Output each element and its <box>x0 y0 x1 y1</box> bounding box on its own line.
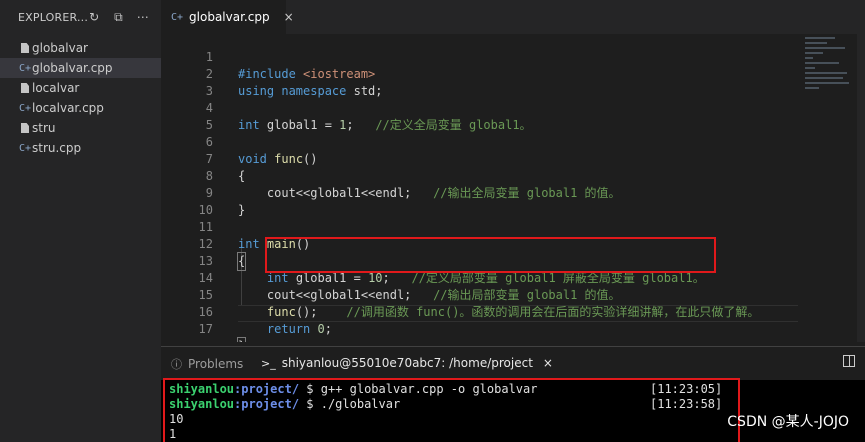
tab-label: globalvar.cpp <box>189 10 270 24</box>
file-name: stru.cpp <box>32 141 82 155</box>
file-item-globalvar[interactable]: globalvar <box>0 38 161 58</box>
cpp-file-icon: C+ <box>18 62 32 74</box>
file-name: localvar.cpp <box>32 101 104 115</box>
code-text: return 0; <box>266 322 332 336</box>
editor-scrollbar[interactable] <box>857 34 865 342</box>
file-item-stru[interactable]: stru <box>0 118 161 138</box>
collapse-all-icon[interactable]: ⧉ <box>112 10 124 24</box>
file-item-localvar-cpp[interactable]: C+ localvar.cpp <box>0 98 161 118</box>
code-line: 7 { <box>161 134 801 183</box>
tab-problems[interactable]: ⓘ Problems <box>171 356 243 372</box>
tab-terminal-label: shiyanlou@55010e70abc7: /home/project <box>281 356 533 370</box>
split-panel-icon[interactable] <box>843 355 855 367</box>
file-name: globalvar.cpp <box>32 61 113 75</box>
code-line: 1 #include <iostream> <box>161 34 801 81</box>
cpp-file-icon: C+ <box>171 11 184 23</box>
tab-globalvar-cpp[interactable]: C+ globalvar.cpp × <box>161 0 294 34</box>
code-line: 4 int global1 = 1; //定义全局变量 global1。 <box>161 83 801 132</box>
file-icon <box>18 83 32 93</box>
file-item-globalvar-cpp[interactable]: C+ globalvar.cpp <box>0 58 161 78</box>
file-item-localvar[interactable]: localvar <box>0 78 161 98</box>
terminal-icon: >_ <box>261 356 276 370</box>
code-line: 10 <box>161 185 801 217</box>
file-name: globalvar <box>32 41 88 55</box>
file-name: localvar <box>32 81 80 95</box>
code-line: 2 using namespace std; <box>161 49 801 98</box>
file-name: stru <box>32 121 56 135</box>
explorer-sidebar: EXPLORER... ↻ ⧉ ⋯ globalvar C+ globalvar… <box>0 0 161 442</box>
tab-terminal[interactable]: >_ shiyanlou@55010e70abc7: /home/project… <box>261 356 553 370</box>
explorer-title: EXPLORER... <box>18 10 89 24</box>
code-line: 9 } <box>161 168 801 217</box>
panel-header: ⓘ Problems >_ shiyanlou@55010e70abc7: /h… <box>161 346 865 380</box>
highlight-box <box>265 237 716 273</box>
file-icon <box>18 123 32 133</box>
minimap[interactable] <box>801 34 857 124</box>
editor-tabbar: C+ globalvar.cpp × <box>161 0 865 34</box>
close-icon[interactable]: × <box>284 10 294 24</box>
highlight-box <box>163 378 740 442</box>
more-actions-icon[interactable]: ⋯ <box>137 10 149 24</box>
close-icon[interactable]: × <box>543 356 553 370</box>
tab-problems-label: Problems <box>188 357 244 371</box>
code-line: 8 cout<<global1<<endl; //输出全局变量 global1 … <box>161 151 801 200</box>
code-editor[interactable]: 1 #include <iostream> 2 using namespace … <box>161 34 865 342</box>
code-line: 12 { <box>161 219 801 271</box>
code-line: 3 <box>161 66 801 98</box>
line-number: 17 <box>198 322 213 336</box>
code-line: 6 void func() <box>161 117 801 166</box>
refresh-icon[interactable]: ↻ <box>88 10 100 24</box>
file-item-stru-cpp[interactable]: C+ stru.cpp <box>0 138 161 158</box>
code-text: } <box>236 337 247 342</box>
file-icon <box>18 43 32 53</box>
code-line: 16 return 0; <box>161 287 801 336</box>
watermark: CSDN @某人-JOJO <box>727 414 849 430</box>
explorer-header: EXPLORER... ↻ ⧉ ⋯ <box>0 0 161 34</box>
code-line: 5 <box>161 100 801 132</box>
cpp-file-icon: C+ <box>18 142 32 154</box>
code-line: 17 } <box>161 304 801 342</box>
cpp-file-icon: C+ <box>18 102 32 114</box>
info-icon: ⓘ <box>171 358 182 371</box>
code-line: 11 int main() <box>161 202 801 251</box>
